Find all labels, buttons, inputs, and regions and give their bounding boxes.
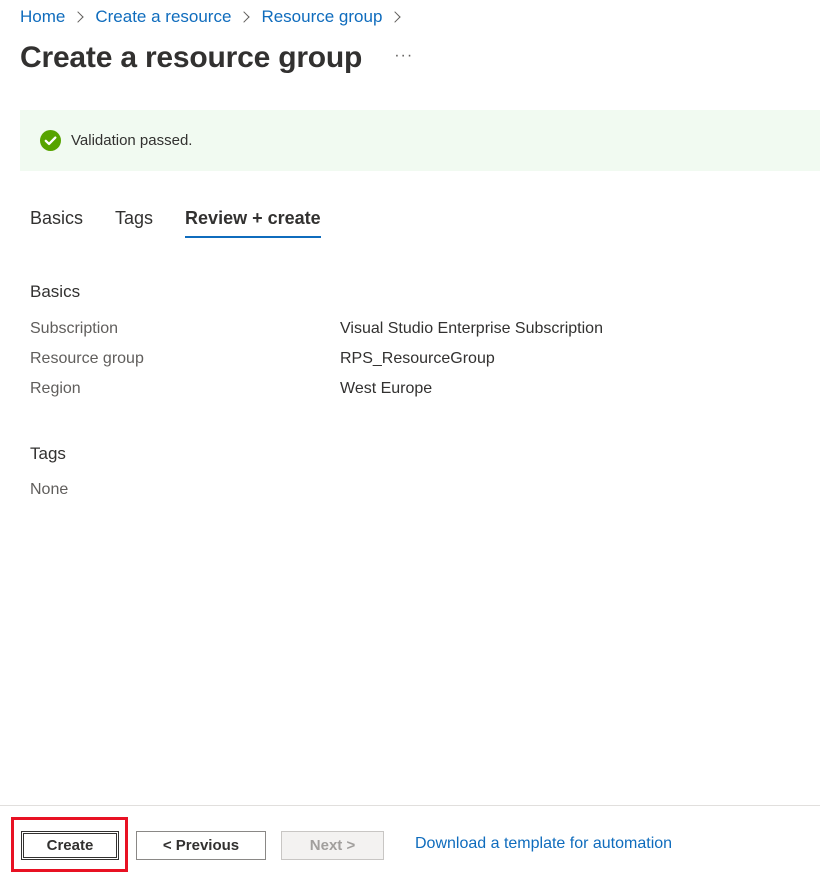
row-value: West Europe (340, 380, 433, 397)
tab-tags[interactable]: Tags (115, 206, 153, 238)
row-label: Subscription (30, 320, 119, 337)
previous-button[interactable]: < Previous (136, 831, 266, 860)
row-label: Resource group (30, 350, 144, 367)
tab-list: Basics Tags Review + create (30, 206, 353, 238)
row-label: Region (30, 380, 81, 397)
summary-row-region: Region West Europe (30, 378, 810, 400)
basics-section-title: Basics (30, 282, 81, 301)
row-value: RPS_ResourceGroup (340, 350, 495, 367)
tags-section-title: Tags (30, 444, 66, 463)
next-button: Next > (281, 831, 384, 860)
tags-value: None (30, 481, 69, 498)
check-circle-icon (40, 130, 61, 151)
footer-divider (0, 805, 820, 806)
tab-basics[interactable]: Basics (30, 206, 83, 238)
more-options-button[interactable]: ··· (394, 47, 413, 69)
create-button[interactable]: Create (21, 831, 119, 860)
chevron-right-icon (72, 11, 85, 23)
breadcrumb-home[interactable]: Home (20, 6, 65, 28)
summary-row-resource-group: Resource group RPS_ResourceGroup (30, 348, 810, 370)
breadcrumb-create-a-resource[interactable]: Create a resource (95, 6, 231, 28)
chevron-right-icon (389, 11, 402, 23)
tab-review-create[interactable]: Review + create (185, 206, 321, 238)
summary-row-subscription: Subscription Visual Studio Enterprise Su… (30, 318, 810, 340)
breadcrumb-resource-group[interactable]: Resource group (261, 6, 382, 28)
create-resource-group-page: Home Create a resource Resource group Cr… (0, 0, 820, 880)
validation-banner: Validation passed. (20, 110, 820, 171)
title-row: Create a resource group ··· (20, 38, 413, 78)
download-template-link[interactable]: Download a template for automation (415, 835, 672, 853)
validation-message: Validation passed. (71, 132, 193, 149)
chevron-right-icon (238, 11, 251, 23)
page-title: Create a resource group (20, 41, 363, 74)
row-value: Visual Studio Enterprise Subscription (340, 320, 603, 337)
breadcrumb: Home Create a resource Resource group (20, 6, 412, 28)
